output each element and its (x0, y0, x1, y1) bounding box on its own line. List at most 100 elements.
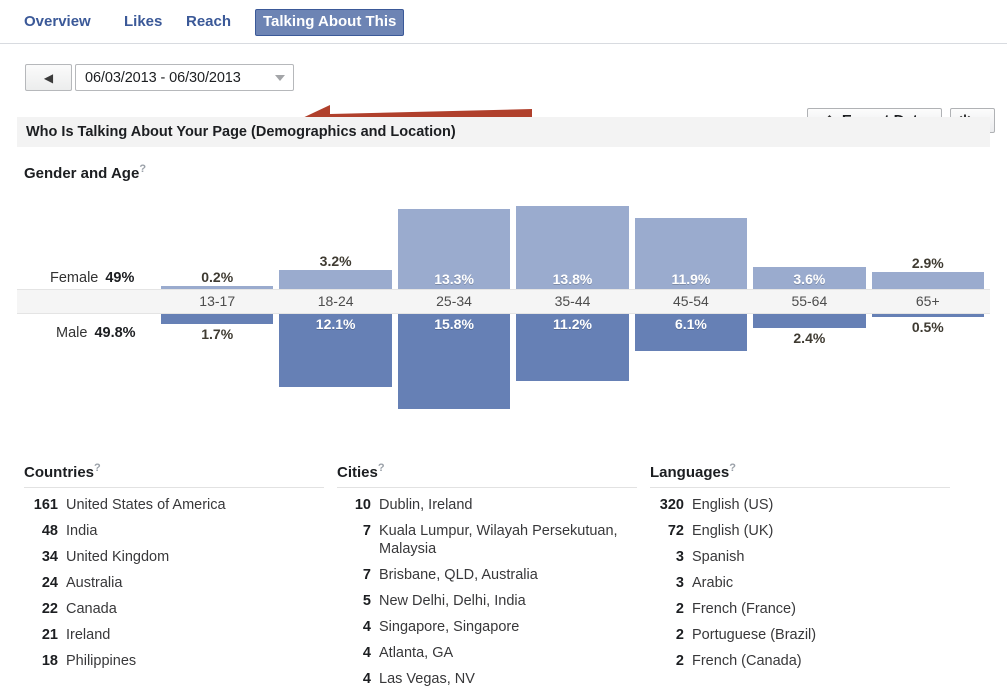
help-icon[interactable]: ? (729, 462, 736, 474)
list-item: 7 Kuala Lumpur, Wilayah Persekutuan, Mala… (337, 514, 637, 558)
triangle-left-icon: ◀ (43, 70, 54, 85)
city-name: Brisbane, QLD, Australia (379, 567, 538, 583)
section-header-label: Who Is Talking About Your Page (Demograp… (26, 124, 456, 140)
city-name: Dublin, Ireland (379, 497, 473, 513)
country-name: Ireland (66, 627, 111, 643)
female-bar-value: 0.2% (201, 269, 234, 285)
language-count: 3 (675, 549, 684, 565)
age-axis-tick: 65+ (915, 293, 940, 309)
list-item: 22 Canada (24, 592, 324, 618)
countries-panel: Countries? 161 United States of America 48… (24, 462, 324, 670)
tab-overview[interactable]: Overview (24, 13, 91, 31)
age-axis-tick: 25-34 (436, 293, 472, 309)
languages-title: Languages? (650, 462, 950, 487)
cities-panel: Cities? 10 Dublin, Ireland 7 Kuala Lumpur, … (337, 462, 637, 688)
list-item: 24 Australia (24, 566, 324, 592)
language-name: French (Canada) (692, 653, 802, 669)
list-item: 5 New Delhi, Delhi, India (337, 584, 637, 610)
male-total: 49.8% (94, 325, 136, 341)
city-count: 7 (362, 567, 371, 583)
language-count: 2 (675, 627, 684, 643)
language-count: 2 (675, 601, 684, 617)
gender-age-title-label: Gender and Age (24, 165, 140, 182)
country-count: 34 (41, 549, 58, 565)
male-bar-value: 6.1% (674, 316, 707, 332)
age-group-column: 13.3% 15.8% (397, 185, 511, 447)
female-label: Female (50, 270, 99, 286)
list-item: 10 Dublin, Ireland (337, 488, 637, 514)
city-name: Kuala Lumpur, Wilayah Persekutuan, Malay… (379, 523, 618, 557)
list-item: 320 English (US) (650, 488, 950, 514)
male-label: Male (56, 325, 88, 341)
male-bar[interactable] (753, 314, 866, 329)
female-bar-value: 13.3% (434, 271, 474, 287)
city-count: 10 (354, 497, 371, 513)
female-bar-value: 3.2% (319, 252, 352, 269)
country-count: 24 (41, 575, 58, 591)
male-bar-value: 2.4% (793, 330, 826, 347)
female-summary: Female 49% (50, 270, 134, 286)
female-bar[interactable] (871, 271, 984, 289)
male-bar-value: 11.2% (553, 316, 592, 332)
list-item: 4 Atlanta, GA (337, 636, 637, 662)
city-count: 4 (362, 619, 371, 635)
insights-page: Overview Likes Reach Talking About This … (0, 0, 1007, 695)
list-item: 2 Portuguese (Brazil) (650, 618, 950, 644)
male-summary: Male 49.8% (56, 325, 136, 341)
country-name: Philippines (66, 653, 137, 669)
female-bar-value: 2.9% (911, 254, 944, 271)
female-bar[interactable] (161, 286, 274, 289)
help-icon[interactable]: ? (378, 462, 385, 474)
country-name: United Kingdom (66, 549, 170, 565)
language-name: Arabic (692, 575, 734, 591)
age-axis-tick: 35-44 (554, 293, 591, 309)
country-name: United States of America (66, 497, 226, 513)
countries-title: Countries? (24, 462, 324, 487)
country-name: India (66, 523, 98, 539)
language-name: Spanish (692, 549, 745, 565)
country-count: 22 (41, 601, 58, 617)
tab-likes[interactable]: Likes (124, 13, 162, 31)
female-total: 49% (105, 270, 135, 286)
demographics-lists: Countries? 161 United States of America 48… (0, 462, 1007, 695)
list-item: 4 Las Vegas, NV (337, 662, 637, 688)
female-bar[interactable] (279, 269, 392, 289)
language-count: 3 (675, 575, 684, 591)
list-item: 2 French (France) (650, 592, 950, 618)
language-name: English (UK) (692, 523, 774, 539)
list-item: 21 Ireland (24, 618, 324, 644)
help-icon[interactable]: ? (139, 163, 146, 175)
date-range-value: 06/03/2013 - 06/30/2013 (85, 69, 241, 86)
list-item: 7 Brisbane, QLD, Australia (337, 558, 637, 584)
languages-title-label: Languages (650, 464, 730, 481)
section-header: Who Is Talking About Your Page (Demograp… (17, 117, 990, 147)
female-bar-value: 11.9% (671, 271, 711, 287)
male-bar-value: 1.7% (201, 326, 234, 343)
city-name: Las Vegas, NV (379, 671, 475, 687)
cities-title-label: Cities (337, 464, 378, 481)
list-item: 48 India (24, 514, 324, 540)
languages-rows: 320 English (US) 72 English (UK) 3 Spanish 3 Ar… (650, 488, 950, 670)
male-bar[interactable] (871, 314, 984, 317)
language-name: French (France) (692, 601, 796, 617)
male-bar[interactable] (161, 314, 274, 325)
cities-rows: 10 Dublin, Ireland 7 Kuala Lumpur, Wilayah … (337, 488, 637, 688)
female-bar-value: 13.8% (552, 271, 593, 287)
male-bar-value: 15.8% (434, 316, 474, 332)
age-axis-tick: 55-64 (791, 293, 828, 309)
language-name: English (US) (692, 497, 774, 513)
city-count: 5 (362, 593, 371, 609)
previous-period-button[interactable]: ◀ (25, 64, 72, 91)
help-icon[interactable]: ? (94, 462, 101, 474)
age-axis-tick: 45-54 (673, 293, 709, 309)
age-axis-tick: 18-24 (317, 293, 354, 309)
date-range-selector[interactable]: 06/03/2013 - 06/30/2013 (75, 64, 294, 91)
tab-reach[interactable]: Reach (186, 13, 231, 31)
city-count: 7 (362, 523, 371, 539)
age-group-column: 0.2% 1.7% (161, 185, 274, 447)
countries-rows: 161 United States of America 48 India 34 Unit… (24, 488, 324, 670)
country-count: 161 (33, 497, 58, 513)
tab-talking-about-this[interactable]: Talking About This (255, 9, 405, 36)
country-name: Canada (66, 601, 117, 617)
language-count: 320 (659, 497, 684, 513)
